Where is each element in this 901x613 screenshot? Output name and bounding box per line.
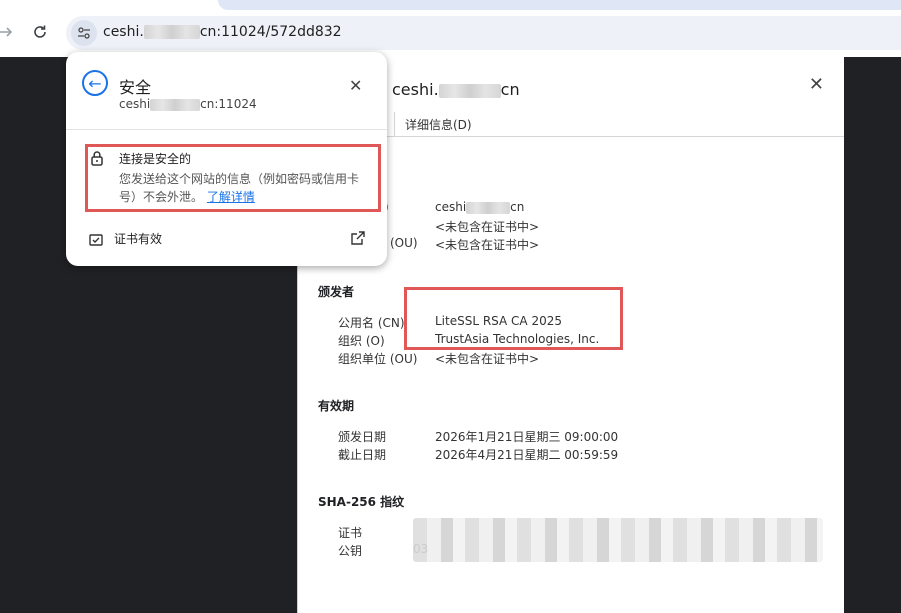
issuer-heading: 颁发者: [318, 285, 355, 299]
popup-host-suffix: cn:11024: [200, 97, 257, 111]
connection-highlight-box: [85, 144, 381, 212]
subject-ou-label: (OU): [390, 236, 418, 250]
subject-ou-value: <未包含在证书中>: [435, 238, 540, 252]
expiry-date-value: 2026年4月21日星期二 00:59:59: [435, 448, 619, 462]
issued-date-value: 2026年1月21日星期三 09:00:00: [435, 430, 619, 444]
expiry-date-label: 截止日期: [338, 448, 387, 462]
fingerprint-heading: SHA-256 指纹: [318, 495, 405, 509]
issuer-o-label: 组织 (O): [338, 334, 385, 348]
url-prefix: ceshi.: [103, 24, 144, 40]
url-text[interactable]: ceshi. cn:11024/572dd832: [103, 24, 342, 40]
url-suffix: cn:11024/572dd832: [199, 24, 342, 40]
issuer-cn-label: 公用名 (CN): [338, 316, 405, 330]
subject-cn-value: ceshi cn: [435, 200, 524, 214]
external-link-icon[interactable]: [351, 230, 365, 249]
fingerprint-cert-label: 证书: [338, 526, 363, 540]
redacted-host: [150, 98, 201, 111]
validity-heading: 有效期: [318, 399, 355, 413]
issued-date-label: 颁发日期: [338, 430, 387, 444]
site-info-icon[interactable]: [71, 20, 97, 46]
redacted-host: [466, 201, 511, 214]
popup-host-prefix: ceshi: [119, 97, 151, 111]
fingerprint-key-label: 公钥: [338, 544, 363, 558]
browser-toolbar: ceshi. cn:11024/572dd832: [0, 0, 901, 57]
back-arrow-icon[interactable]: ←: [82, 70, 108, 96]
certificate-valid-item[interactable]: 证书有效: [114, 230, 162, 247]
issuer-ou-label: 组织单位 (OU): [338, 352, 418, 366]
popup-host: ceshi cn:11024: [119, 97, 257, 111]
close-icon[interactable]: ✕: [349, 76, 362, 95]
tab-details[interactable]: 详细信息(D): [405, 116, 472, 133]
close-icon[interactable]: ✕: [809, 74, 824, 95]
divider: [66, 129, 387, 130]
subject-o-value: <未包含在证书中>: [435, 220, 540, 234]
redacted-host: [143, 25, 200, 39]
redacted-fingerprint: [413, 518, 823, 562]
subject-cn-prefix: ceshi: [435, 200, 467, 214]
reload-icon[interactable]: [26, 18, 54, 46]
issuer-highlight-box: [404, 287, 623, 350]
forward-icon[interactable]: [0, 18, 20, 46]
issuer-ou-value: <未包含在证书中>: [435, 352, 540, 366]
popup-title: 安全: [119, 78, 152, 97]
cert-title-suffix: cn: [500, 80, 520, 99]
address-bar[interactable]: ceshi. cn:11024/572dd832: [66, 16, 901, 50]
certificate-icon: [89, 231, 103, 250]
site-info-popup: ← 安全 ceshi cn:11024 ✕ 连接是安全的 您发送给这个网站的信息（…: [66, 52, 387, 266]
subject-cn-suffix: cn: [510, 200, 525, 214]
redacted-host: [438, 83, 501, 98]
tab-strip: [218, 0, 901, 10]
